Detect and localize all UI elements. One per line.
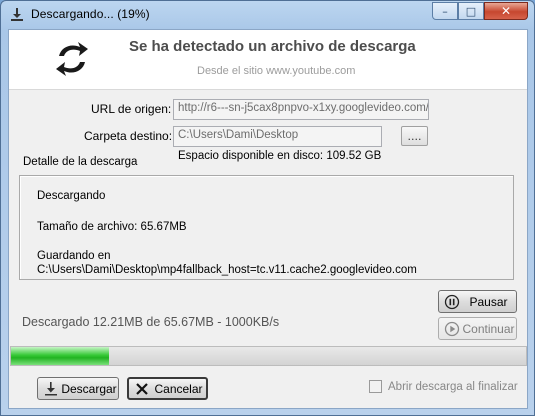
close-icon: ✕ xyxy=(500,4,512,18)
open-on-finish-label: Abrir descarga al finalizar xyxy=(388,380,518,393)
download-state-text: Descargando xyxy=(37,190,106,202)
disk-space-text: Espacio disponible en disco: 109.52 GB xyxy=(178,150,382,162)
source-site-text: Desde el sitio www.youtube.com xyxy=(197,65,356,77)
url-label: URL de origen: xyxy=(91,102,172,116)
download-progress-bar xyxy=(10,346,527,366)
sync-arrows-icon xyxy=(56,42,88,76)
progress-fill xyxy=(11,347,109,365)
minimize-icon: – xyxy=(442,4,448,18)
maximize-icon: □ xyxy=(465,4,477,18)
title-bar[interactable]: Descargando... (19%) – □ ✕ xyxy=(1,1,534,29)
saving-to-label: Guardando en xyxy=(37,250,111,262)
window-title: Descargando... (19%) xyxy=(31,7,150,21)
download-button-label: Descargar xyxy=(61,381,117,396)
download-icon xyxy=(11,8,23,21)
continue-button-label: Continuar xyxy=(462,321,515,336)
cancel-button-label: Cancelar xyxy=(154,381,203,396)
open-on-finish-option[interactable]: Abrir descarga al finalizar xyxy=(369,380,518,393)
close-button[interactable]: ✕ xyxy=(484,2,528,20)
open-on-finish-checkbox[interactable] xyxy=(369,380,382,393)
dialog-body: Se ha detectado un archivo de descarga D… xyxy=(8,29,528,409)
folder-field[interactable]: C:\Users\Dami\Desktop xyxy=(173,126,382,147)
download-dialog-window: Descargando... (19%) – □ ✕ Se ha detecta… xyxy=(0,0,535,416)
maximize-button[interactable]: □ xyxy=(458,2,484,20)
saving-path-text: C:\Users\Dami\Desktop\mp4fallback_host=t… xyxy=(37,264,417,276)
pause-icon xyxy=(443,293,461,311)
play-icon xyxy=(443,320,461,338)
file-size-text: Tamaño de archivo: 65.67MB xyxy=(37,221,187,233)
browse-button-label: .... xyxy=(407,129,422,143)
pause-button[interactable]: Pausar xyxy=(438,290,517,313)
dialog-header: Se ha detectado un archivo de descarga D… xyxy=(9,30,527,90)
download-arrow-icon xyxy=(42,380,60,398)
minimize-button[interactable]: – xyxy=(432,2,458,20)
details-section-label: Detalle de la descarga xyxy=(23,156,138,168)
download-progress-text: Descargado 12.21MB de 65.67MB - 1000KB/s xyxy=(22,315,280,329)
url-field[interactable]: http://r6---sn-j5cax8pnpvo-x1xy.googlevi… xyxy=(173,99,429,120)
download-button[interactable]: Descargar xyxy=(37,377,119,400)
cancel-x-icon xyxy=(133,380,151,398)
cancel-button[interactable]: Cancelar xyxy=(127,377,208,400)
browse-folder-button[interactable]: .... xyxy=(401,126,428,146)
continue-button[interactable]: Continuar xyxy=(438,317,517,340)
pause-button-label: Pausar xyxy=(469,294,508,309)
folder-label: Carpeta destino: xyxy=(84,129,173,143)
download-details-panel: Descargando Tamaño de archivo: 65.67MB G… xyxy=(19,175,514,280)
dialog-heading: Se ha detectado un archivo de descarga xyxy=(129,38,416,55)
